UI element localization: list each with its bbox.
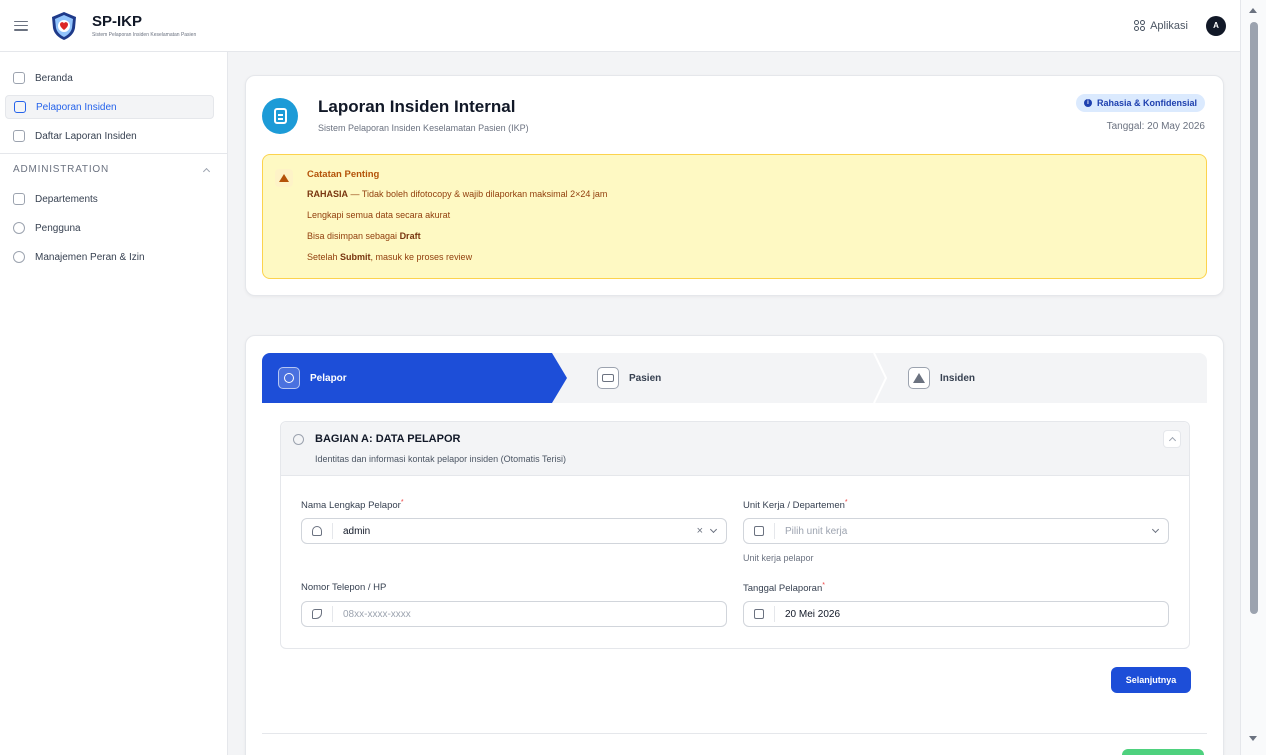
scrollbar[interactable] [1240,0,1266,755]
brand: SP-IKP Sistem Pelaporan Insiden Keselama… [92,12,197,38]
warning-icon [908,367,930,389]
notice-line: RAHASIA — Tidak boleh difotocopy & wajib… [307,189,608,199]
tanggal-value: 20 Mei 2026 [785,608,841,620]
scroll-up-icon[interactable] [1249,8,1257,13]
collapse-button[interactable] [1163,430,1181,448]
step-pelapor[interactable]: Pelapor [262,353,567,403]
telepon-input[interactable]: 08xx-xxxx-xxxx [301,601,727,627]
form-card: Pelapor Pasien Insiden BAGIAN A: DATA PE… [245,335,1224,755]
report-date: Tanggal: 20 May 2026 [1106,121,1205,132]
chevron-down-icon[interactable] [709,525,718,534]
info-icon: i [1083,99,1092,107]
next-button[interactable]: Selanjutnya [1111,667,1191,693]
step-pasien[interactable]: Pasien [597,353,661,403]
section-description: Identitas dan informasi kontak pelapor i… [315,454,566,464]
partial-button[interactable] [1122,749,1204,755]
chevron-up-icon [202,167,211,175]
brand-subtitle: Sistem Pelaporan Insiden Keselamatan Pas… [92,31,197,38]
notice-box: Catatan Penting RAHASIA — Tidak boleh di… [262,154,1207,279]
notice-line: Bisa disimpan sebagai Draft [307,231,421,241]
user-circle-icon [293,434,304,445]
users-icon [13,222,25,234]
notice-line: Setelah Submit, masuk ke proses review [307,252,473,262]
user-circle-icon [278,367,300,389]
document-icon [262,98,298,134]
sidebar-item-pengguna[interactable]: Pengguna [5,216,214,240]
chevron-down-icon[interactable] [1151,525,1160,534]
nama-select[interactable]: admin × [301,518,727,544]
admin-section-header[interactable]: ADMINISTRATION [13,164,211,175]
sidebar-item-daftar-laporan[interactable]: Daftar Laporan Insiden [5,124,214,148]
file-icon [14,101,26,113]
sidebar-item-label: Pengguna [35,222,81,234]
building-icon [754,526,764,536]
scroll-thumb[interactable] [1250,22,1258,614]
chevron-up-icon [1168,436,1176,445]
notice-title: Catatan Penting [307,169,380,180]
id-card-icon [597,367,619,389]
documents-icon [13,130,25,142]
warning-icon [275,169,293,187]
badge-label: Rahasia & Konfidensial [1096,98,1197,108]
tanggal-input[interactable]: 20 Mei 2026 [743,601,1169,627]
notice-line: Lengkapi semua data secara akurat [307,210,451,220]
apps-button[interactable]: Aplikasi [1134,20,1188,32]
step-divider [873,353,888,403]
scroll-down-icon[interactable] [1249,736,1257,741]
calendar-icon [754,609,764,619]
brand-title: SP-IKP [92,12,143,30]
logo-icon [52,11,76,40]
divider [262,733,1207,734]
phone-icon [312,609,322,619]
unit-select[interactable]: Pilih unit kerja [743,518,1169,544]
top-bar: SP-IKP Sistem Pelaporan Insiden Keselama… [0,0,1240,52]
page-subtitle: Sistem Pelaporan Insiden Keselamatan Pas… [318,123,529,133]
unit-label: Unit Kerja / Departemen* [743,499,848,512]
step-label: Insiden [940,372,976,384]
step-insiden[interactable]: Insiden [908,353,975,403]
apps-label: Aplikasi [1150,19,1188,32]
user-icon [312,526,322,536]
sidebar-item-beranda[interactable]: Beranda [5,66,214,90]
header-card: Laporan Insiden Internal Sistem Pelapora… [245,75,1224,296]
telepon-label: Nomor Telepon / HP [301,582,387,593]
sidebar-item-label: Departements [35,193,98,205]
nama-label: Nama Lengkap Pelapor* [301,499,404,512]
home-icon [13,72,25,84]
confidential-badge: i Rahasia & Konfidensial [1075,94,1205,112]
sidebar-item-label: Daftar Laporan Insiden [35,130,137,142]
step-label: Pelapor [310,372,347,384]
step-label: Pasien [629,372,662,384]
sidebar-item-label: Beranda [35,72,73,84]
sidebar-item-label: Manajemen Peran & Izin [35,251,145,263]
unit-placeholder: Pilih unit kerja [785,525,848,537]
unit-helper: Unit kerja pelapor [743,553,814,563]
sidebar-item-departements[interactable]: Departements [5,187,214,211]
nama-value: admin [343,525,371,537]
folder-icon [13,193,25,205]
stepper: Pelapor Pasien Insiden [262,353,1207,403]
shield-check-icon [13,251,25,263]
clear-icon[interactable]: × [697,525,703,537]
section-header: BAGIAN A: DATA PELAPOR Identitas dan inf… [281,422,1189,476]
avatar[interactable]: A [1206,15,1226,36]
sidebar-item-pelaporan-insiden[interactable]: Pelaporan Insiden [5,95,214,119]
grid-icon [1134,20,1146,31]
section-label: ADMINISTRATION [13,164,110,175]
sidebar-item-label: Pelaporan Insiden [36,101,117,113]
page-title: Laporan Insiden Internal [318,97,516,116]
tanggal-label: Tanggal Pelaporan* [743,582,825,595]
sidebar: Beranda Pelaporan Insiden Daftar Laporan… [0,52,228,755]
divider [0,153,227,154]
sidebar-item-manajemen-peran[interactable]: Manajemen Peran & Izin [5,245,214,269]
section-title: BAGIAN A: DATA PELAPOR [315,433,461,445]
telepon-placeholder: 08xx-xxxx-xxxx [343,608,411,620]
menu-icon[interactable] [14,20,28,31]
